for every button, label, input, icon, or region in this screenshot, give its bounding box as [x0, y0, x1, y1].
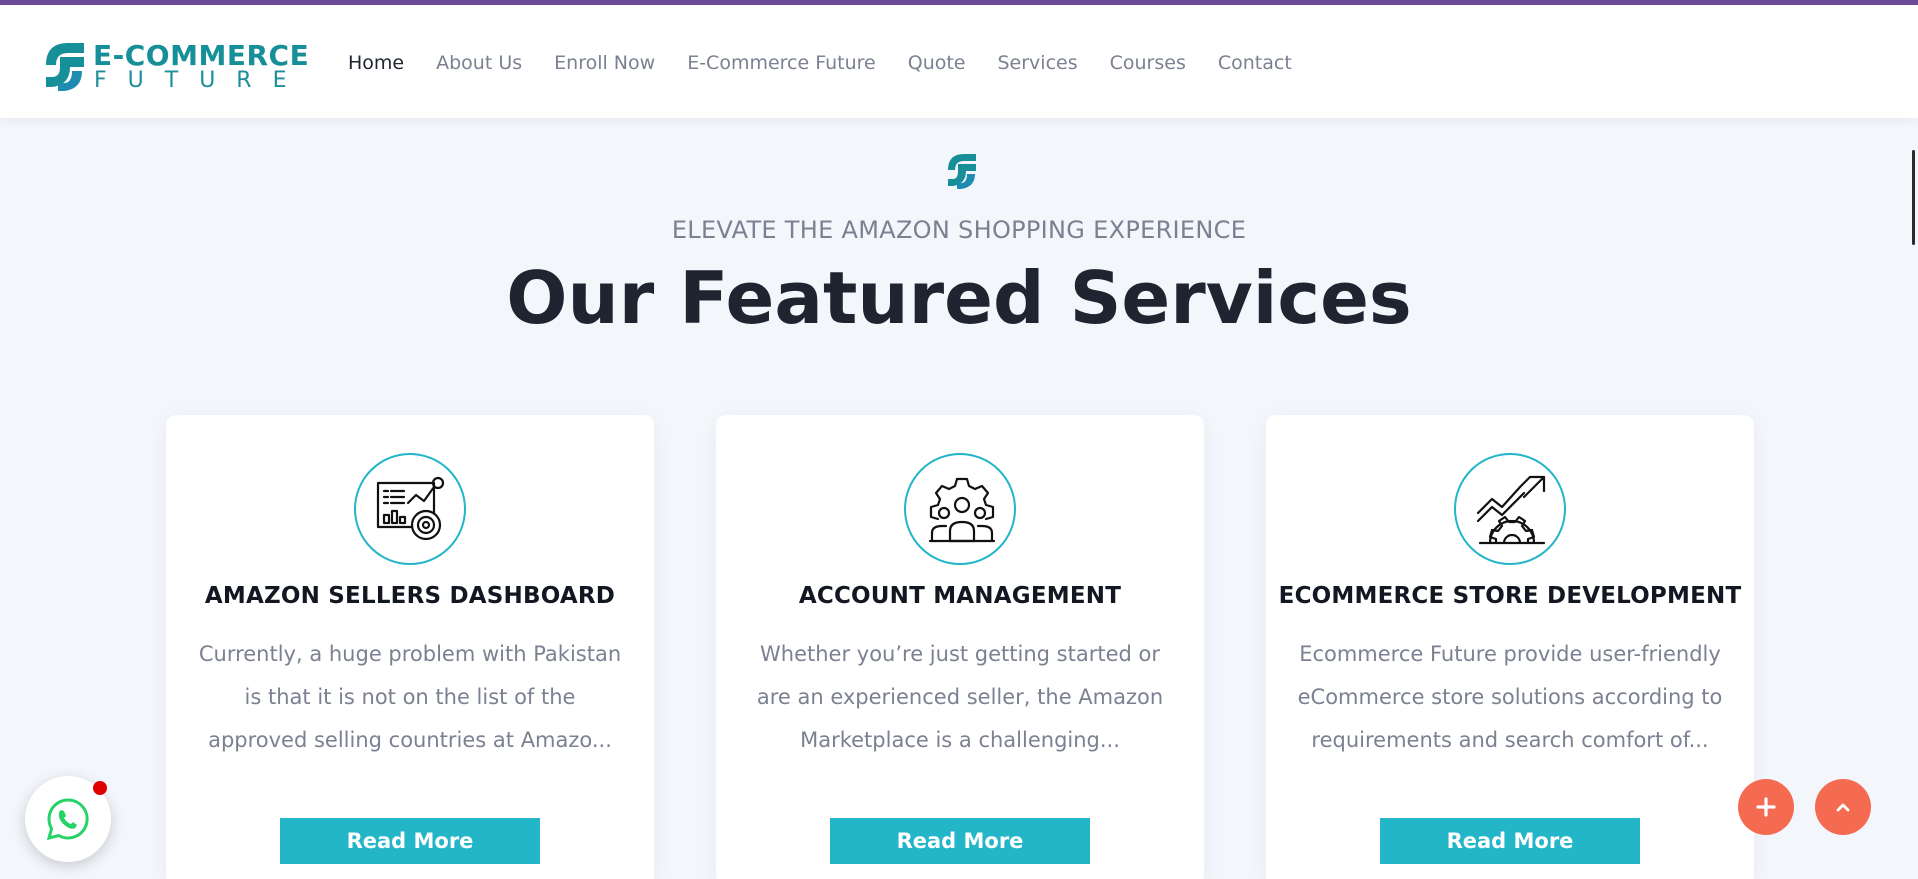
- main-nav: Home About Us Enroll Now E-Commerce Futu…: [348, 52, 1292, 74]
- nav-item-contact[interactable]: Contact: [1218, 52, 1292, 74]
- nav-item-enroll-now[interactable]: Enroll Now: [554, 52, 655, 74]
- section-title: Our Featured Services: [506, 256, 1412, 340]
- scroll-to-top-button[interactable]: [1815, 779, 1871, 835]
- whatsapp-chat-button[interactable]: [25, 776, 111, 862]
- card-title: ACCOUNT MANAGEMENT: [798, 583, 1122, 609]
- plus-button[interactable]: [1738, 779, 1794, 835]
- team-gear-icon: [904, 453, 1016, 565]
- card-title: AMAZON SELLERS DASHBOARD: [204, 583, 616, 609]
- card-description: Ecommerce Future provide user-friendly e…: [1297, 642, 1723, 752]
- nav-item-ecommerce-future[interactable]: E-Commerce Future: [687, 52, 876, 74]
- nav-item-home[interactable]: Home: [348, 52, 404, 74]
- card-description: Whether you’re just getting started or a…: [756, 642, 1164, 752]
- whatsapp-icon: [46, 798, 89, 841]
- section-logo-icon: [948, 154, 976, 189]
- growth-gear-icon: [1454, 453, 1566, 565]
- nav-item-services[interactable]: Services: [998, 52, 1078, 74]
- service-card: ECOMMERCE STORE DEVELOPMENT Ecommerce Fu…: [1266, 415, 1754, 879]
- site-logo[interactable]: E-COMMERCE FUTURE: [38, 35, 309, 95]
- dashboard-chart-icon: [354, 453, 466, 565]
- card-description: Currently, a huge problem with Pakistan …: [198, 642, 622, 752]
- logo-text-secondary: FUTURE: [94, 68, 308, 93]
- service-card: ACCOUNT MANAGEMENT Whether you’re just g…: [716, 415, 1204, 879]
- nav-item-about-us[interactable]: About Us: [436, 52, 522, 74]
- read-more-button[interactable]: Read More: [1380, 818, 1640, 864]
- card-title: ECOMMERCE STORE DEVELOPMENT: [1278, 583, 1742, 609]
- scrollbar-thumb[interactable]: [1912, 150, 1915, 245]
- section-eyebrow: ELEVATE THE AMAZON SHOPPING EXPERIENCE: [671, 216, 1247, 244]
- read-more-button[interactable]: Read More: [830, 818, 1090, 864]
- notification-dot: [93, 781, 107, 795]
- nav-item-quote[interactable]: Quote: [908, 52, 966, 74]
- nav-item-courses[interactable]: Courses: [1110, 52, 1186, 74]
- plus-icon: [1756, 797, 1776, 817]
- service-card: AMAZON SELLERS DASHBOARD Currently, a hu…: [166, 415, 654, 879]
- chevron-up-icon: [1836, 803, 1850, 812]
- site-header: E-COMMERCE FUTURE Home About Us Enroll N…: [0, 5, 1918, 118]
- logo-mark-icon: [46, 43, 84, 91]
- read-more-button[interactable]: Read More: [280, 818, 540, 864]
